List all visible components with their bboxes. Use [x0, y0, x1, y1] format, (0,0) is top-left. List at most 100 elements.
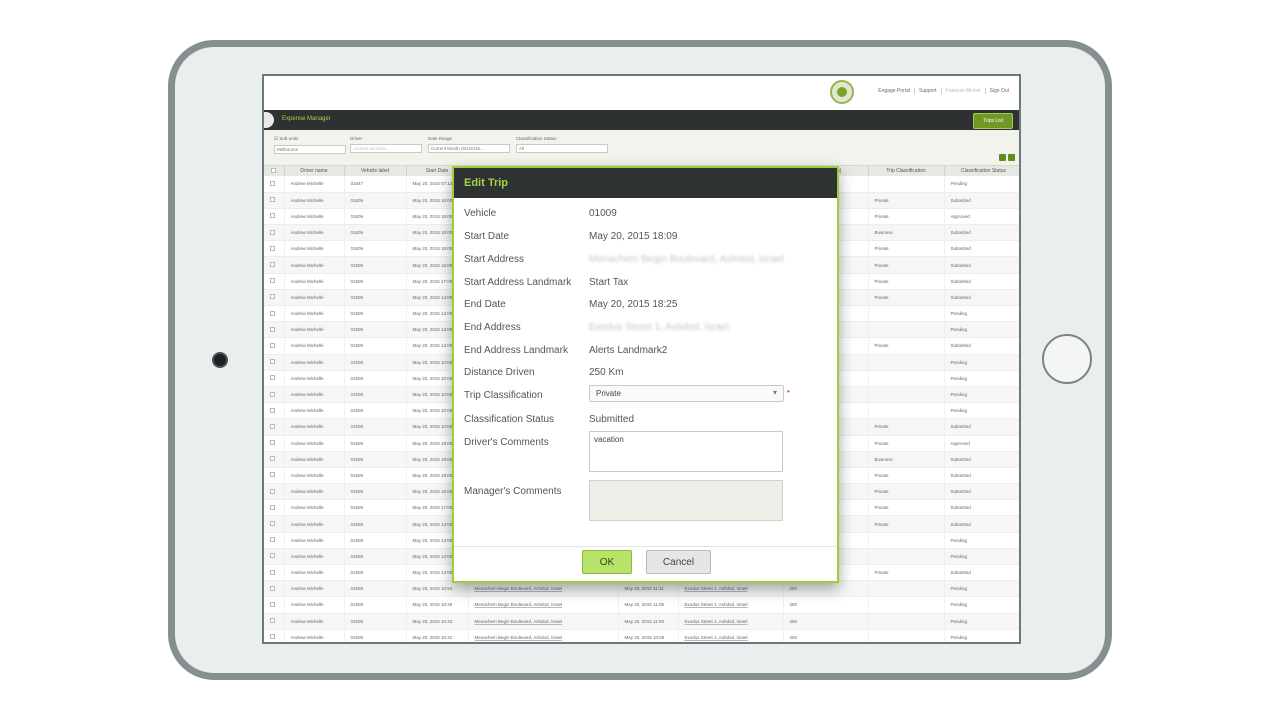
edit-trip-dialog: Edit Trip Vehicle 01009 Start Date May 2…: [452, 166, 839, 583]
date-range-filter: Date Range Current Month (6/1/2016...: [428, 136, 510, 153]
table-cell: Business: [868, 451, 945, 468]
row-checkbox[interactable]: [270, 440, 275, 446]
date-range-label: Date Range: [428, 136, 453, 141]
table-cell: 01609: [344, 532, 407, 549]
column-header[interactable]: Vehicle label: [344, 166, 407, 176]
end-date-value: May 20, 2015 18:25: [589, 299, 678, 310]
row-checkbox[interactable]: [270, 278, 275, 284]
row-checkbox-cell: [264, 256, 285, 274]
table-cell: Andrew Michelle: [284, 321, 345, 339]
table-cell: Private: [868, 564, 945, 582]
table-cell: 01609: [344, 515, 407, 533]
row-checkbox-cell: [264, 613, 285, 630]
cancel-button[interactable]: Cancel: [646, 550, 711, 574]
sidebar-toggle[interactable]: [264, 112, 274, 128]
table-cell: Submitted: [944, 451, 1019, 468]
edit-icon[interactable]: [1008, 154, 1015, 161]
table-cell: Approved: [944, 208, 1019, 226]
trips-list-button[interactable]: Trips List: [973, 113, 1013, 129]
row-checkbox[interactable]: [270, 537, 275, 543]
table-cell: Andrew Michelle: [284, 224, 345, 242]
table-cell: Exodus Street 1, Ashdod, Israel: [678, 629, 784, 642]
row-checkbox[interactable]: [270, 294, 275, 300]
vehicle-value: 01009: [589, 208, 617, 219]
row-checkbox[interactable]: [270, 310, 275, 316]
column-header[interactable]: Driver name: [284, 166, 345, 176]
table-cell: 250: [783, 613, 869, 630]
table-row[interactable]: Andrew Michelle 01609 May 20, 2015 10:54 Me…: [264, 580, 1019, 598]
ok-button[interactable]: OK: [582, 550, 632, 574]
date-range-select[interactable]: Current Month (6/1/2016...: [428, 144, 510, 153]
sub-units-label: ☑ Sub-units: [274, 136, 299, 141]
row-checkbox[interactable]: [270, 634, 275, 640]
table-cell: 01609: [344, 613, 407, 630]
start-landmark-value: Start Tax: [589, 277, 629, 288]
drivers-comments-field[interactable]: vacation: [589, 431, 783, 472]
classification-status-label: Classification Status: [516, 136, 557, 141]
end-landmark-label: End Address Landmark: [464, 345, 568, 356]
managers-comments-field[interactable]: [589, 480, 783, 521]
column-header[interactable]: Classification Status: [944, 166, 1019, 176]
row-checkbox-cell: [264, 192, 285, 209]
table-cell: [868, 580, 945, 598]
row-checkbox[interactable]: [270, 326, 275, 332]
support-link[interactable]: Support: [919, 88, 942, 94]
table-cell: 01609: [344, 386, 407, 404]
row-checkbox[interactable]: [270, 423, 275, 429]
end-address-value: Exodus Street 1, Ashdod, Israel: [589, 322, 730, 333]
table-cell: Menachem Begin Boulevard, Ashdod, Israel: [468, 613, 619, 630]
table-cell: Submitted: [944, 240, 1019, 258]
row-checkbox[interactable]: [270, 229, 275, 235]
row-checkbox[interactable]: [270, 472, 275, 478]
table-cell: Private: [868, 240, 945, 258]
row-checkbox[interactable]: [270, 488, 275, 494]
row-checkbox[interactable]: [270, 569, 275, 575]
row-checkbox[interactable]: [270, 245, 275, 251]
table-cell: May 20, 2015 11:00: [618, 613, 679, 630]
row-checkbox[interactable]: [270, 375, 275, 381]
trip-classification-select[interactable]: Private ▾: [589, 385, 784, 402]
row-checkbox[interactable]: [270, 180, 275, 186]
row-checkbox-cell: [264, 580, 285, 598]
table-cell: Menachem Begin Boulevard, Ashdod, Israel: [468, 596, 619, 614]
engage-portal-link[interactable]: Engage Portal: [878, 88, 915, 94]
row-checkbox[interactable]: [270, 407, 275, 413]
row-checkbox[interactable]: [270, 618, 275, 624]
column-header[interactable]: Trip Classification: [868, 166, 945, 176]
classification-status-select[interactable]: All: [516, 144, 608, 153]
table-cell: 01609: [344, 370, 407, 387]
row-checkbox[interactable]: [270, 262, 275, 268]
table-cell: 01609: [344, 548, 407, 566]
row-checkbox[interactable]: [270, 521, 275, 527]
table-cell: [868, 596, 945, 614]
top-links: Engage Portal Support Francois Michel Si…: [878, 88, 1013, 94]
column-header[interactable]: [264, 166, 285, 176]
trip-classification-label: Trip Classification: [464, 390, 543, 401]
row-checkbox[interactable]: [270, 601, 275, 607]
row-checkbox[interactable]: [270, 359, 275, 365]
table-row[interactable]: Andrew Michelle 01609 May 20, 2015 10:43 Me…: [264, 613, 1019, 630]
user-name-link[interactable]: Francois Michel: [946, 88, 986, 94]
row-checkbox[interactable]: [270, 391, 275, 397]
select-all-checkbox[interactable]: [271, 167, 277, 173]
table-row[interactable]: Andrew Michelle 01609 May 20, 2015 10:49 Me…: [264, 596, 1019, 614]
driver-search-input[interactable]: Andrew Michelle: [350, 144, 422, 153]
table-cell: Exodus Street 1, Ashdod, Israel: [678, 596, 784, 614]
row-checkbox[interactable]: [270, 553, 275, 559]
row-checkbox[interactable]: [270, 342, 275, 348]
table-cell: Andrew Michelle: [284, 629, 345, 642]
excel-export-icon[interactable]: [999, 154, 1006, 161]
row-checkbox[interactable]: [270, 504, 275, 510]
home-button[interactable]: [1042, 334, 1092, 384]
table-cell: [868, 532, 945, 549]
sign-out-link[interactable]: Sign Out: [990, 88, 1013, 94]
sub-units-select[interactable]: Melbourne: [274, 145, 346, 154]
row-checkbox[interactable]: [270, 213, 275, 219]
table-cell: 250: [783, 580, 869, 598]
row-checkbox[interactable]: [270, 456, 275, 462]
row-checkbox[interactable]: [270, 197, 275, 203]
row-checkbox[interactable]: [270, 585, 275, 591]
table-cell: 01609: [344, 467, 407, 485]
top-bar: Engage Portal Support Francois Michel Si…: [264, 76, 1019, 110]
table-row[interactable]: Andrew Michelle 01609 May 20, 2015 10:42 Me…: [264, 629, 1019, 642]
